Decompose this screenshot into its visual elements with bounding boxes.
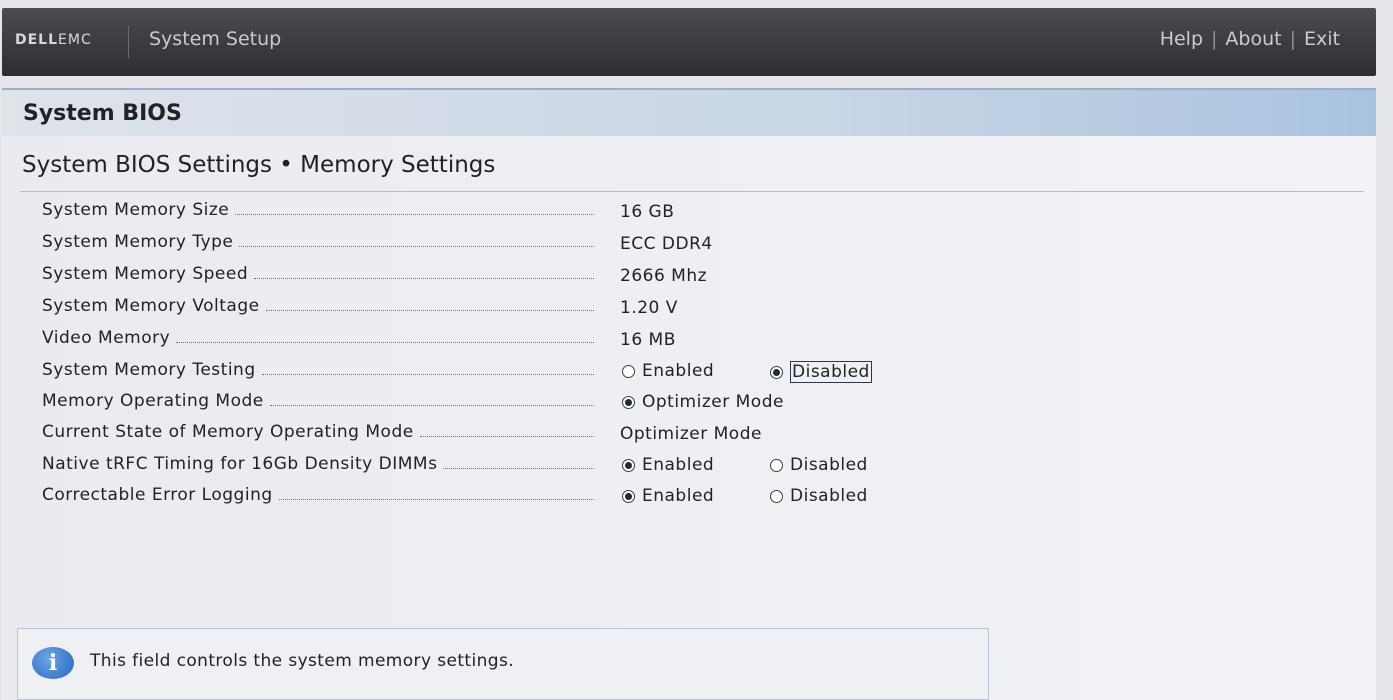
setting-label: Native tRFC Timing for 16Gb Density DIMM… bbox=[42, 454, 594, 474]
about-link[interactable]: About bbox=[1225, 28, 1281, 50]
setting-row: System Memory Size 16 GB bbox=[2, 198, 1376, 228]
leader-dots bbox=[176, 330, 594, 343]
help-text: This field controls the system memory se… bbox=[90, 651, 515, 671]
top-links: Help | About | Exit bbox=[1159, 28, 1340, 50]
radio-circle-icon[interactable] bbox=[622, 364, 635, 378]
radio-enabled[interactable]: Enabled bbox=[622, 486, 714, 506]
setting-value: ECC DDR4 bbox=[620, 234, 713, 254]
radio-enabled[interactable]: Enabled bbox=[622, 455, 714, 475]
leader-dots bbox=[254, 266, 594, 279]
leader-dots bbox=[235, 202, 594, 215]
setting-label: System Memory Testing bbox=[42, 360, 594, 380]
setting-label: Video Memory bbox=[42, 328, 594, 348]
setting-row: System Memory Speed 2666 Mhz bbox=[2, 262, 1376, 292]
setting-value: 2666 Mhz bbox=[620, 266, 708, 286]
radio-circle-icon[interactable] bbox=[622, 458, 635, 472]
setting-value: Optimizer Mode bbox=[620, 424, 762, 444]
leader-dots bbox=[261, 362, 594, 375]
radio-disabled[interactable]: Disabled bbox=[770, 486, 868, 506]
radio-circle-icon[interactable] bbox=[770, 365, 783, 379]
leader-dots bbox=[278, 487, 594, 500]
setting-row: Video Memory 16 MB bbox=[2, 326, 1376, 356]
setting-row[interactable]: Correctable Error Logging Enabled Disabled bbox=[2, 483, 1376, 513]
brand-divider bbox=[128, 26, 129, 58]
leader-dots bbox=[239, 234, 594, 247]
radio-optimizer-mode[interactable]: Optimizer Mode bbox=[622, 392, 784, 412]
app-title: System Setup bbox=[149, 28, 282, 50]
title-divider bbox=[20, 191, 1364, 192]
dell-emc-logo: DELLEMC bbox=[15, 32, 92, 48]
setting-row: Current State of Memory Operating Mode Op… bbox=[2, 420, 1376, 450]
leader-dots bbox=[265, 298, 594, 311]
section-title: System BIOS bbox=[23, 101, 182, 126]
setting-row[interactable]: Native tRFC Timing for 16Gb Density DIMM… bbox=[2, 452, 1376, 482]
setting-label: System Memory Type bbox=[42, 232, 594, 252]
setting-row[interactable]: Memory Operating Mode Optimizer Mode bbox=[2, 389, 1376, 419]
setting-value: 1.20 V bbox=[620, 298, 678, 318]
setting-row[interactable]: System Memory Testing Enabled Disabled bbox=[2, 358, 1376, 388]
exit-link[interactable]: Exit bbox=[1304, 28, 1340, 50]
top-bar: DELLEMC System Setup Help | About | Exit bbox=[2, 8, 1376, 76]
setting-label: System Memory Voltage bbox=[42, 296, 594, 316]
leader-dots bbox=[443, 456, 594, 469]
setting-label: Correctable Error Logging bbox=[42, 485, 594, 505]
setting-row: System Memory Type ECC DDR4 bbox=[2, 230, 1376, 260]
setting-value: 16 MB bbox=[620, 330, 676, 350]
info-icon: i bbox=[32, 647, 74, 679]
setting-label: System Memory Size bbox=[42, 200, 594, 220]
radio-circle-icon[interactable] bbox=[622, 395, 635, 409]
setting-row: System Memory Voltage 1.20 V bbox=[2, 294, 1376, 324]
radio-disabled[interactable]: Disabled bbox=[770, 455, 868, 475]
radio-circle-icon[interactable] bbox=[622, 489, 635, 503]
setting-label: Memory Operating Mode bbox=[42, 391, 594, 411]
page-title: System BIOS Settings • Memory Settings bbox=[22, 152, 496, 178]
help-link[interactable]: Help bbox=[1160, 28, 1203, 50]
setting-value: 16 GB bbox=[620, 202, 675, 222]
section-header: System BIOS bbox=[2, 88, 1376, 136]
radio-circle-icon[interactable] bbox=[770, 489, 783, 503]
setting-label: Current State of Memory Operating Mode bbox=[42, 422, 594, 442]
radio-circle-icon[interactable] bbox=[770, 458, 783, 472]
radio-enabled[interactable]: Enabled bbox=[622, 361, 714, 381]
setting-label: System Memory Speed bbox=[42, 264, 594, 284]
help-box: i This field controls the system memory … bbox=[17, 628, 989, 700]
radio-disabled[interactable]: Disabled bbox=[770, 361, 872, 383]
main-panel: System BIOS System BIOS Settings • Memor… bbox=[2, 88, 1376, 700]
leader-dots bbox=[419, 424, 594, 437]
leader-dots bbox=[269, 393, 594, 406]
